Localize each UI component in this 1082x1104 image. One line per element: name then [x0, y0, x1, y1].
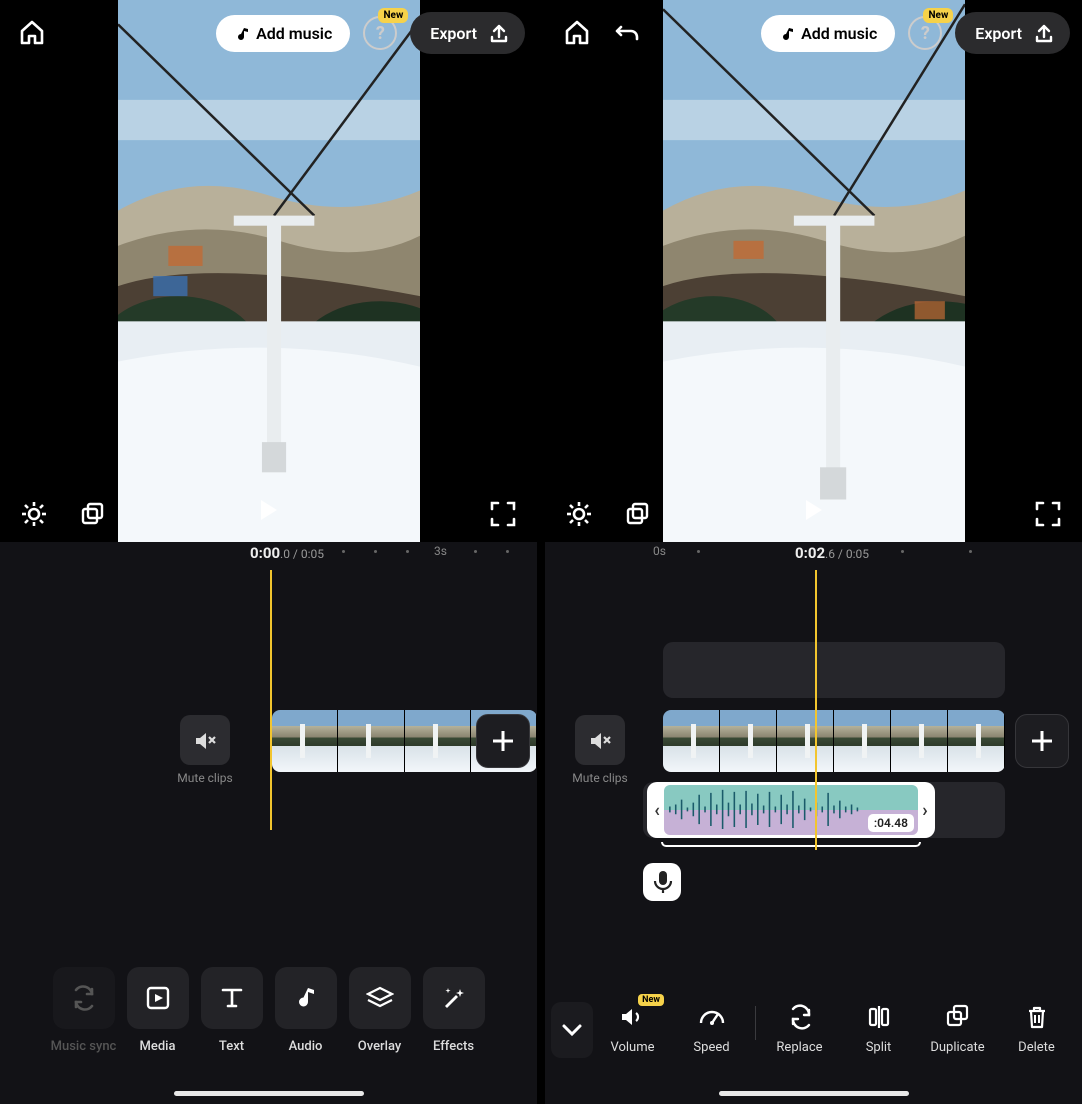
- help-button[interactable]: ? New: [905, 13, 945, 53]
- tool-speed[interactable]: Speed: [672, 1002, 751, 1055]
- overlay-icon: [366, 984, 394, 1012]
- tool-overlay[interactable]: Overlay: [346, 967, 414, 1054]
- play-button[interactable]: [794, 490, 834, 530]
- duplicate-icon: [944, 1003, 972, 1031]
- mic-icon: [649, 868, 675, 896]
- new-badge: New: [923, 8, 953, 23]
- voiceover-button[interactable]: [643, 863, 681, 901]
- music-note-icon: [779, 26, 793, 40]
- trim-handle-left[interactable]: ‹: [650, 785, 664, 835]
- timeline-ruler[interactable]: 0s 0:02.6 / 0:05: [545, 542, 1082, 570]
- timeline-body[interactable]: Mute clips ‹: [545, 570, 1082, 980]
- audio-duration: :04.48: [868, 814, 914, 832]
- time-current: 0:00: [250, 544, 280, 562]
- speed-icon: [697, 1003, 727, 1031]
- video-clip[interactable]: [663, 710, 1005, 772]
- tool-split[interactable]: Split: [839, 1002, 918, 1055]
- divider: [755, 1006, 756, 1040]
- split-icon: [865, 1003, 893, 1031]
- timeline-body[interactable]: Mute clips: [0, 570, 537, 950]
- timeline-ruler[interactable]: 0:00.0 / 0:05 3s: [0, 542, 537, 570]
- tool-duplicate[interactable]: Duplicate: [918, 1002, 997, 1055]
- tool-delete[interactable]: Delete: [997, 1002, 1076, 1055]
- export-label: Export: [975, 24, 1022, 43]
- audio-clip[interactable]: ‹: [647, 782, 935, 838]
- home-button[interactable]: [12, 13, 52, 53]
- time-total: .0 / 0:05: [280, 547, 324, 561]
- add-music-label: Add music: [256, 24, 332, 43]
- time-total: .6 / 0:05: [825, 547, 869, 561]
- delete-icon: [1023, 1003, 1051, 1031]
- add-music-button[interactable]: Add music: [761, 15, 895, 52]
- preview-area: Add music ? New Export: [545, 0, 1082, 542]
- video-frame: [663, 0, 965, 542]
- compare-button[interactable]: [617, 494, 657, 534]
- audio-range-indicator: [661, 842, 921, 847]
- bottom-toolbar: Music sync Media Text Audio Overlay Effe…: [0, 967, 537, 1054]
- upload-icon: [1032, 22, 1054, 44]
- trim-handle-right[interactable]: ›: [918, 785, 932, 835]
- tool-text[interactable]: Text: [198, 967, 266, 1054]
- compare-button[interactable]: [72, 494, 112, 534]
- time-current: 0:02: [795, 544, 825, 562]
- tick-label: 3s: [434, 544, 447, 558]
- playhead[interactable]: [270, 570, 272, 830]
- sync-icon: [70, 984, 98, 1012]
- add-clip-button[interactable]: [1015, 714, 1069, 768]
- mute-clips-button[interactable]: [575, 715, 625, 765]
- clip-toolbar: New Volume Speed Replace Split Duplicate…: [545, 1002, 1082, 1058]
- tool-effects[interactable]: Effects: [420, 967, 488, 1054]
- overlay-track[interactable]: [663, 642, 1005, 698]
- tool-volume[interactable]: New Volume: [593, 1002, 672, 1055]
- tool-media[interactable]: Media: [124, 967, 192, 1054]
- tick-label: 0s: [653, 544, 666, 558]
- tool-replace[interactable]: Replace: [760, 1002, 839, 1055]
- export-button[interactable]: Export: [955, 12, 1070, 54]
- home-button[interactable]: [557, 13, 597, 53]
- volume-icon: [619, 1003, 647, 1031]
- preview-area: Add music ? New Export: [0, 0, 537, 542]
- add-music-label: Add music: [801, 24, 877, 43]
- collapse-toolbar-button[interactable]: [551, 1002, 593, 1058]
- add-music-button[interactable]: Add music: [216, 15, 350, 52]
- replace-icon: [786, 1003, 814, 1031]
- play-button[interactable]: [249, 490, 289, 530]
- screen-left: Add music ? New Export 0:00.0 / 0:05 3s: [0, 0, 537, 1104]
- undo-button[interactable]: [607, 13, 647, 53]
- new-badge: New: [378, 8, 408, 23]
- mute-clips-label: Mute clips: [560, 771, 640, 785]
- help-button[interactable]: ? New: [360, 13, 400, 53]
- text-icon: [218, 984, 246, 1012]
- chevron-down-icon: [560, 1018, 584, 1042]
- mute-clips-label: Mute clips: [165, 771, 245, 785]
- settings-button[interactable]: [559, 494, 599, 534]
- music-note-icon: [234, 26, 248, 40]
- media-icon: [144, 984, 172, 1012]
- settings-button[interactable]: [14, 494, 54, 534]
- video-frame: [118, 0, 420, 542]
- add-clip-button[interactable]: [476, 714, 530, 768]
- fullscreen-button[interactable]: [1028, 494, 1068, 534]
- audio-icon: [292, 984, 320, 1012]
- playhead[interactable]: [815, 570, 817, 850]
- tool-audio[interactable]: Audio: [272, 967, 340, 1054]
- upload-icon: [487, 22, 509, 44]
- export-button[interactable]: Export: [410, 12, 525, 54]
- export-label: Export: [430, 24, 477, 43]
- home-indicator: [719, 1091, 909, 1096]
- effects-icon: [440, 984, 468, 1012]
- fullscreen-button[interactable]: [483, 494, 523, 534]
- new-badge: New: [638, 994, 664, 1006]
- mute-clips-button[interactable]: [180, 715, 230, 765]
- home-indicator: [174, 1091, 364, 1096]
- screen-right: Add music ? New Export 0s 0:02.6 / 0:05: [545, 0, 1082, 1104]
- tool-music-sync: Music sync: [50, 967, 118, 1054]
